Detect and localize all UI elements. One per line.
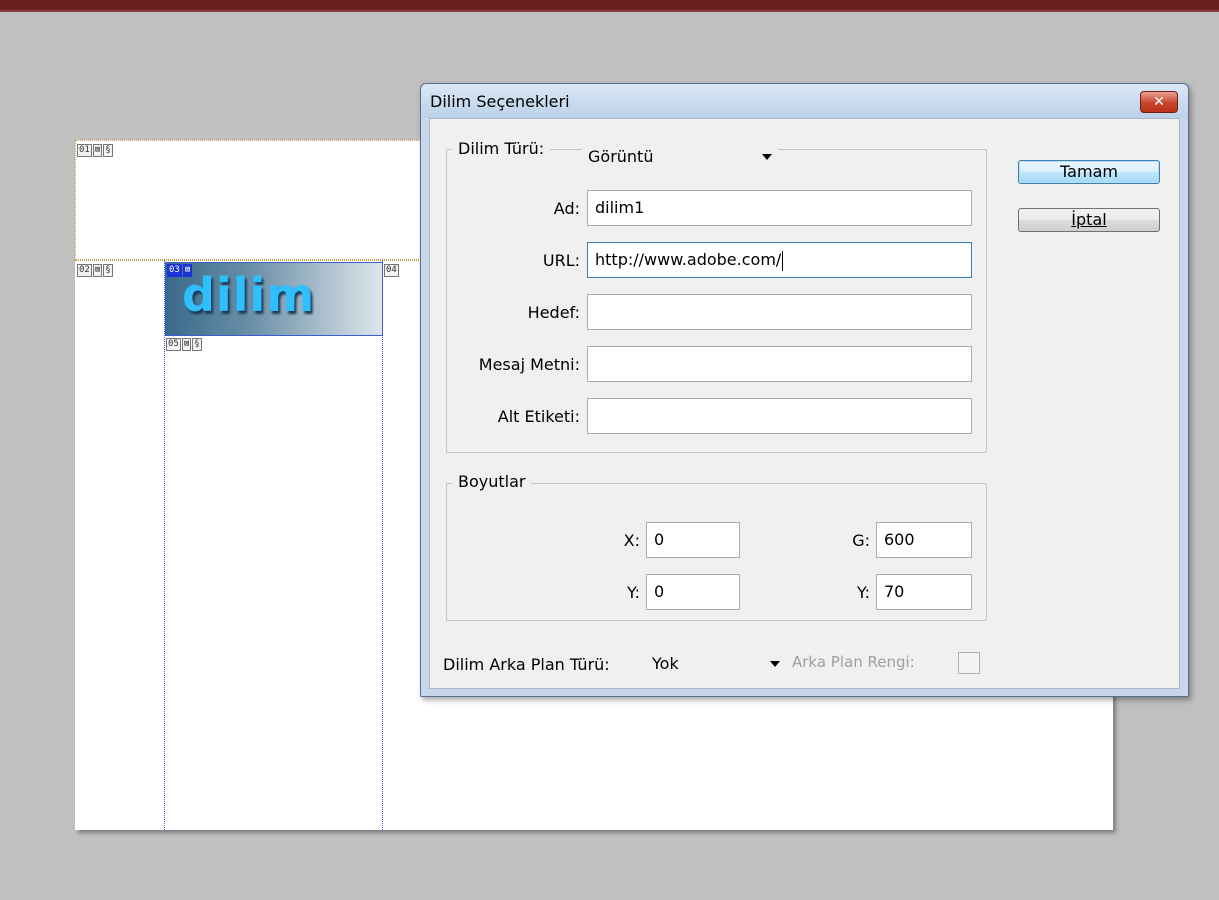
url-value: http://www.adobe.com/ (595, 250, 782, 269)
dialog-titlebar[interactable]: Dilim Seçenekleri ✕ (421, 84, 1188, 118)
text-caret (782, 250, 784, 271)
slice-05-tag[interactable]: 05 ⊠ § (166, 337, 202, 351)
link-icon: § (103, 263, 113, 277)
close-button[interactable]: ✕ (1140, 91, 1178, 113)
cancel-button[interactable]: İptal (1018, 208, 1160, 232)
slice-image-text: dilim (182, 268, 316, 322)
dialog-body: Dilim Türü: Görüntü Ad: dilim1 URL: http… (429, 118, 1180, 689)
dimensions-legend: Boyutlar (452, 472, 532, 491)
width-input[interactable]: 600 (876, 522, 972, 558)
alt-tag-input[interactable] (587, 398, 972, 434)
message-text-label: Mesaj Metni: (478, 355, 580, 374)
slice-number: 04 (384, 263, 399, 277)
dialog-title: Dilim Seçenekleri (430, 92, 570, 111)
slice-02-tag[interactable]: 02 ⊠ § (77, 263, 113, 277)
x-input[interactable]: 0 (646, 522, 740, 558)
height-label: Y: (856, 583, 870, 602)
slice-number: 03 (167, 263, 182, 277)
slice-04-tag[interactable]: 04 (384, 263, 399, 277)
url-input[interactable]: http://www.adobe.com/ (587, 242, 972, 278)
slice-number: 05 (166, 337, 181, 351)
document-top-bar (0, 0, 1219, 12)
image-icon: ⊠ (92, 143, 103, 157)
y-label: Y: (626, 583, 640, 602)
image-icon: ⊠ (92, 263, 103, 277)
slice-type-value: Görüntü (588, 147, 654, 166)
close-icon: ✕ (1153, 94, 1165, 110)
bg-color-label: Arka Plan Rengi: (792, 653, 915, 671)
y-input[interactable]: 0 (646, 574, 740, 610)
bg-color-swatch[interactable] (958, 652, 980, 674)
link-icon: § (192, 337, 202, 351)
image-icon: ⊠ (181, 337, 192, 351)
height-input[interactable]: 70 (876, 574, 972, 610)
name-input[interactable]: dilim1 (587, 190, 972, 226)
bg-type-select[interactable]: Yok (646, 648, 786, 680)
target-label: Hedef: (527, 303, 580, 322)
bg-type-label: Dilim Arka Plan Türü: (443, 655, 610, 674)
link-icon: § (103, 143, 113, 157)
width-label: G: (852, 531, 870, 550)
slice-01-tag[interactable]: 01 ⊠ § (77, 143, 113, 157)
cancel-label: İptal (1071, 210, 1107, 229)
slice-number: 02 (77, 263, 92, 277)
ok-button[interactable]: Tamam (1018, 160, 1160, 184)
x-label: X: (623, 531, 640, 550)
slice-options-dialog: Dilim Seçenekleri ✕ Dilim Türü: Görüntü … (420, 83, 1189, 697)
url-label: URL: (542, 251, 580, 270)
name-label: Ad: (553, 199, 580, 218)
message-text-input[interactable] (587, 346, 972, 382)
target-input[interactable] (587, 294, 972, 330)
chevron-down-icon (770, 661, 780, 667)
chevron-down-icon (762, 154, 772, 160)
slice-number: 01 (77, 143, 92, 157)
alt-tag-label: Alt Etiketi: (497, 407, 580, 426)
slice-boundary (382, 260, 383, 830)
slice-boundary (164, 260, 165, 830)
slice-type-label: Dilim Türü: (452, 139, 551, 158)
slice-type-select[interactable]: Görüntü (582, 141, 778, 173)
slice-03-selected[interactable]: 03 ⊠ dilim (165, 262, 383, 336)
bg-type-value: Yok (652, 654, 679, 673)
